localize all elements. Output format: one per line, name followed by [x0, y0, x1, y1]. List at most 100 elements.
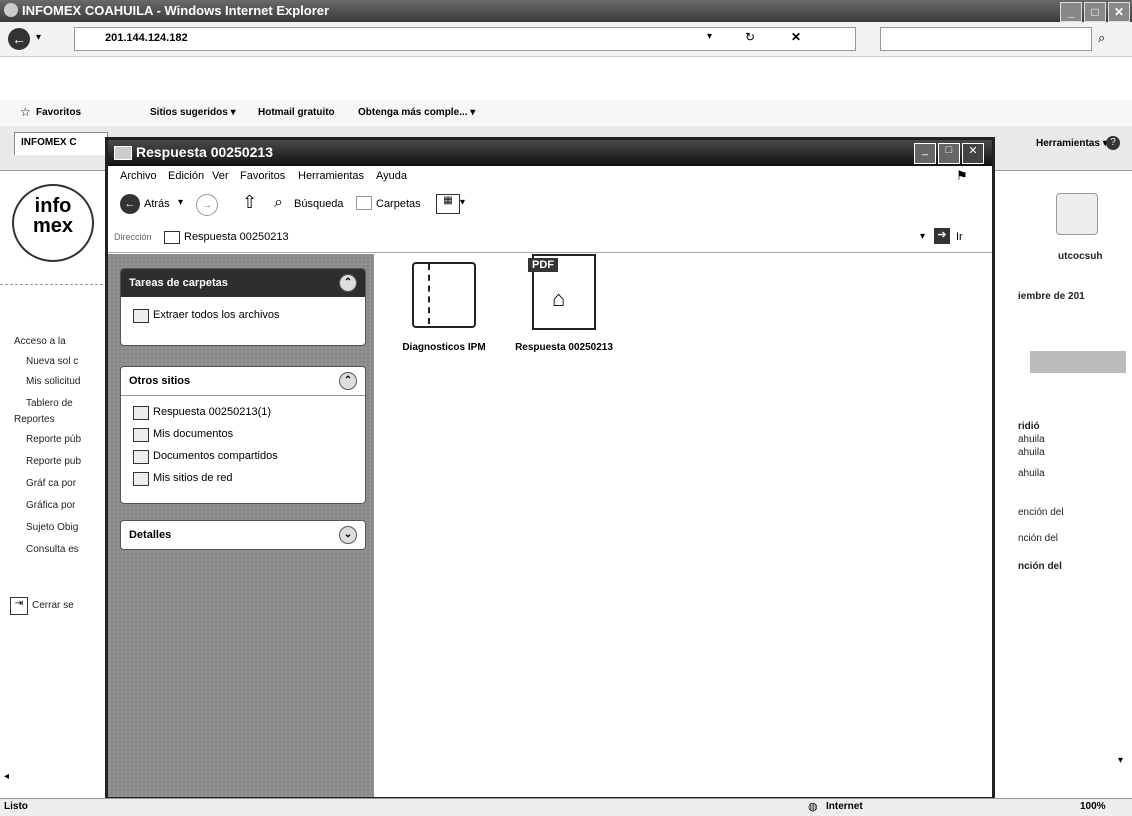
logout-icon: ⇥ [10, 597, 28, 615]
nav-reporte-publico-1[interactable]: Reporte púb [26, 434, 81, 445]
zip-folder-icon [412, 262, 476, 328]
pdf-file-icon: PDF ⌂ [528, 254, 596, 330]
place-respuesta-label: Respuesta 00250213(1) [153, 406, 272, 418]
address-dropdown-icon[interactable]: ▾ [707, 31, 712, 42]
place-respuesta[interactable]: Respuesta 00250213(1) [121, 402, 365, 424]
favorites-bar: ☆ Favoritos Sitios sugeridos ▾ Hotmail g… [0, 100, 1132, 127]
collapse-icon[interactable]: ⌃ [339, 372, 357, 390]
nav-nueva-solicitud[interactable]: Nueva sol c [26, 356, 78, 367]
explorer-minimize-button[interactable]: _ [914, 143, 936, 164]
extract-all-link[interactable]: Extraer todos los archivos [121, 305, 365, 327]
folders-button[interactable]: Carpetas [376, 198, 421, 210]
go-arrow-icon[interactable]: ➔ [934, 228, 950, 244]
fav-link-sitios[interactable]: Sitios sugeridos ▾ [150, 107, 236, 118]
folder-tasks-header[interactable]: Tareas de carpetas ⌃ [121, 269, 365, 297]
up-folder-icon[interactable]: ⇧ [242, 192, 257, 213]
nav-sujeto[interactable]: Sujeto Obig [26, 522, 78, 533]
zone-text: Internet [826, 801, 863, 812]
file-item-zip[interactable]: Diagnosticos IPM [394, 262, 494, 353]
views-dropdown-icon[interactable]: ▾ [460, 197, 465, 208]
details-panel: Detalles ⌄ [120, 520, 366, 550]
nav-acceso[interactable]: Acceso a la [14, 336, 66, 347]
search-button[interactable]: Búsqueda [294, 198, 344, 210]
right-line-2: ahuila [1018, 434, 1045, 445]
address-dropdown-icon[interactable]: ▾ [920, 231, 925, 242]
place-mis-sitios-red[interactable]: Mis sitios de red [121, 468, 365, 490]
explorer-window: Respuesta 00250213 _ □ ✕ Archivo Edición… [105, 137, 995, 800]
browser-title: INFOMEX COAHUILA - Windows Internet Expl… [22, 3, 330, 18]
explorer-address-bar: Dirección Respuesta 00250213 ▾ ➔ Ir [108, 224, 992, 253]
explorer-address-value[interactable]: Respuesta 00250213 [184, 231, 289, 243]
views-button[interactable]: ▦ [436, 194, 460, 214]
menu-favoritos[interactable]: Favoritos [240, 170, 285, 182]
nav-grafica-2[interactable]: Gráfica por [26, 500, 75, 511]
infomex-logo: info mex [12, 184, 94, 262]
minimize-button[interactable]: _ [1060, 2, 1082, 22]
nav-consulta[interactable]: Consulta es [26, 544, 79, 555]
tools-menu[interactable]: Herramientas ▾ [1036, 138, 1108, 149]
right-banner [1030, 351, 1126, 373]
divider [0, 284, 108, 285]
menu-herramientas[interactable]: Herramientas [298, 170, 364, 182]
explorer-close-button[interactable]: ✕ [962, 143, 984, 164]
back-arrow-icon[interactable]: ← [120, 194, 140, 214]
explorer-maximize-button[interactable]: □ [938, 143, 960, 164]
address-toolbar: ← ▾ 201.144.124.182 ▾ ↻ ✕ ⌕ [0, 22, 1132, 57]
place-documentos-compartidos[interactable]: Documentos compartidos [121, 446, 365, 468]
stop-icon[interactable]: ✕ [791, 30, 801, 44]
back-icon[interactable]: ← [8, 28, 30, 50]
zoom-level[interactable]: 100% [1080, 801, 1106, 812]
nav-reporte-publico-2[interactable]: Reporte pub [26, 456, 81, 467]
help-icon[interactable]: ? [1106, 136, 1120, 150]
nav-mis-solicitudes[interactable]: Mis solicitud [26, 376, 80, 387]
forward-arrow-icon[interactable]: → [196, 194, 218, 216]
right-line-1: ridió [1018, 421, 1040, 432]
logout-link[interactable]: Cerrar se [32, 600, 74, 611]
close-button[interactable]: ✕ [1108, 2, 1130, 22]
go-button[interactable]: Ir [956, 231, 963, 243]
forward-dropdown-icon[interactable]: ▾ [36, 32, 41, 43]
other-places-header[interactable]: Otros sitios ⌃ [121, 367, 365, 396]
date-text: iembre de 201 [1018, 291, 1085, 302]
folders-icon[interactable] [356, 196, 372, 210]
back-button[interactable]: Atrás [144, 198, 170, 210]
fav-link-hotmail[interactable]: Hotmail gratuito [258, 107, 335, 118]
file-list: Diagnosticos IPM PDF ⌂ Respuesta 0025021… [374, 254, 992, 797]
scroll-left-icon[interactable]: ◂ [4, 771, 9, 782]
menu-ayuda[interactable]: Ayuda [376, 170, 407, 182]
details-header[interactable]: Detalles ⌄ [121, 521, 365, 549]
network-places-icon [133, 472, 149, 486]
address-folder-icon [164, 231, 180, 244]
nav-reportes[interactable]: Reportes [14, 414, 55, 425]
fav-link-obtenga[interactable]: Obtenga más comple... ▾ [358, 107, 475, 118]
tab-infomex[interactable]: INFOMEX C [14, 132, 108, 155]
search-button-icon[interactable]: ⌕ [274, 194, 283, 212]
back-dropdown-icon[interactable]: ▾ [178, 197, 183, 208]
place-mis-documentos[interactable]: Mis documentos [121, 424, 365, 446]
address-input[interactable]: 201.144.124.182 ▾ ↻ ✕ [74, 27, 856, 51]
search-icon[interactable]: ⌕ [1098, 30, 1105, 46]
page-left-column: info mex Acceso a la Nueva sol c Mis sol… [0, 171, 108, 787]
menu-ver[interactable]: Ver [212, 170, 229, 182]
scroll-down-icon[interactable]: ▾ [1118, 755, 1123, 766]
task-pane: Tareas de carpetas ⌃ Extraer todos los a… [108, 254, 374, 797]
extract-icon [133, 309, 149, 323]
explorer-menubar: Archivo Edición Ver Favoritos Herramient… [108, 166, 992, 186]
menu-archivo[interactable]: Archivo [120, 170, 157, 182]
adobe-logo-icon: ⌂ [552, 286, 566, 311]
favorites-button[interactable]: Favoritos [36, 107, 81, 118]
documents-folder-icon [133, 428, 149, 442]
nav-grafica-1[interactable]: Gráf ca por [26, 478, 76, 489]
file-item-pdf[interactable]: PDF ⌂ Respuesta 00250213 [504, 254, 624, 353]
folder-tasks-panel: Tareas de carpetas ⌃ Extraer todos los a… [120, 268, 366, 346]
maximize-button[interactable]: □ [1084, 2, 1106, 22]
collapse-icon[interactable]: ⌃ [339, 274, 357, 292]
menu-edicion[interactable]: Edición [168, 170, 204, 182]
right-line-6: nción del [1018, 533, 1059, 544]
right-line-4: ahuila [1018, 468, 1045, 479]
refresh-icon[interactable]: ↻ [745, 30, 755, 44]
expand-icon[interactable]: ⌄ [339, 526, 357, 544]
page-right-column: utcocsuh iembre de 201 ridió ahuila ahui… [1018, 171, 1132, 787]
nav-tablero[interactable]: Tablero de [26, 398, 73, 409]
search-input[interactable] [880, 27, 1092, 51]
